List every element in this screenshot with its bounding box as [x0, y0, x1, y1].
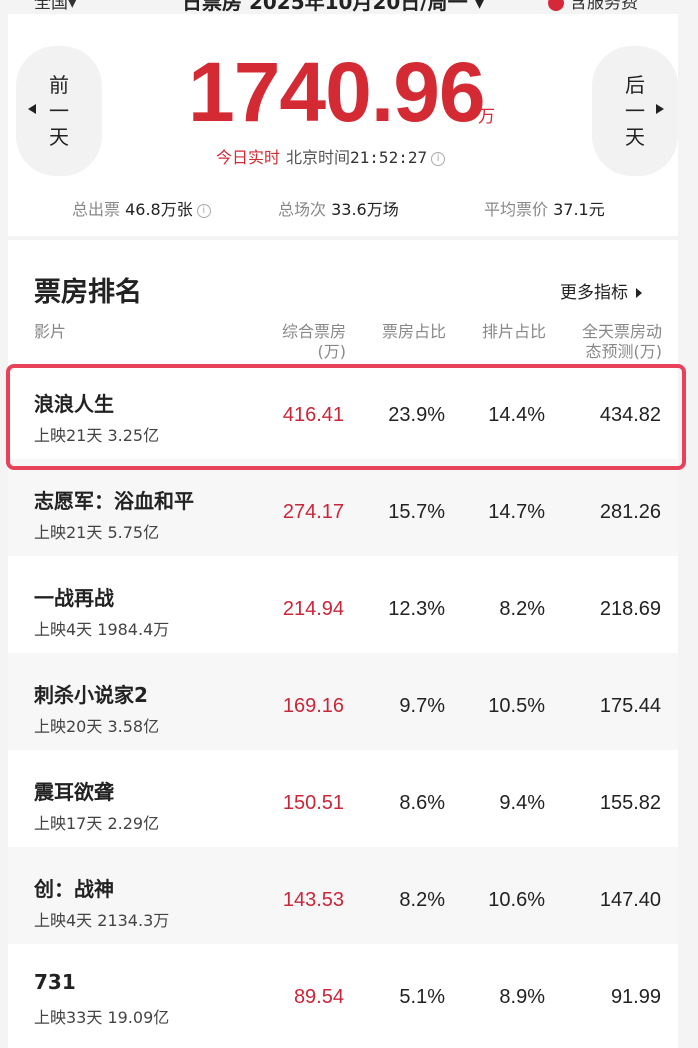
top-bar: 全国▾ 日票房 2025年10月20日/周一 ▾ 含服务费 [0, 0, 698, 14]
shows-value: 33.6万场 [331, 200, 399, 219]
ranking-card: 票房排名 更多指标 影片 综合票房 (万) 票房占比 排片占比 全天票房动 态预… [8, 240, 678, 1048]
next-day-label: 后一天 [625, 73, 645, 149]
bo-share-value: 8.6% [399, 792, 445, 814]
bo-share-value: 23.9% [388, 404, 445, 426]
header-film: 影片 [34, 322, 67, 341]
tickets-value: 46.8万张 [125, 200, 193, 219]
film-release-info: 上映20天 3.58亿 [34, 717, 160, 736]
stat-shows: 总场次 33.6万场 [278, 196, 399, 220]
info-icon[interactable]: i [196, 203, 211, 218]
film-release-info: 上映17天 2.29亿 [34, 814, 160, 833]
shows-label: 总场次 [278, 200, 327, 219]
bo-share-value: 5.1% [399, 986, 445, 1008]
film-name: 创：战神 [34, 877, 114, 901]
box-office-value: 150.51 [282, 792, 344, 814]
box-office-value: 89.54 [293, 986, 344, 1008]
caret-right-icon [636, 288, 642, 298]
prev-day-button[interactable]: 前一天 [16, 46, 102, 176]
forecast-value: 155.82 [599, 792, 661, 814]
forecast-value: 434.82 [599, 404, 661, 426]
region-selector[interactable]: 全国▾ [34, 0, 77, 13]
box-office-value: 214.94 [282, 598, 344, 620]
film-name: 志愿军：浴血和平 [34, 489, 194, 513]
bo-share-value: 9.7% [399, 695, 445, 717]
box-office-value: 143.53 [282, 889, 344, 911]
screening-share-value: 14.4% [488, 404, 545, 426]
info-icon[interactable]: i [431, 151, 446, 166]
forecast-value: 91.99 [610, 986, 661, 1008]
header-box-office[interactable]: 综合票房 (万) [246, 322, 346, 362]
box-office-value: 169.16 [282, 695, 344, 717]
realtime-row: 今日实时 北京时间21:52:27 i [216, 144, 446, 168]
clock: 21:52:27 [350, 148, 428, 167]
stat-tickets: 总出票 46.8万张 i [72, 196, 211, 220]
more-metrics-button[interactable]: 更多指标 [560, 278, 642, 303]
price-label: 平均票价 [484, 200, 549, 219]
table-row[interactable]: 创：战神上映4天 2134.3万 143.53 8.2% 10.6% 147.40 [8, 847, 678, 944]
box-office-value: 274.17 [282, 501, 344, 523]
check-icon [548, 0, 564, 11]
film-name: 刺杀小说家2 [34, 683, 148, 707]
header-screening-share[interactable]: 排片占比 [458, 322, 546, 342]
screening-share-value: 10.6% [488, 889, 545, 911]
more-metrics-label: 更多指标 [560, 283, 628, 303]
film-name: 浪浪人生 [34, 392, 114, 416]
box-office-unit: 万 [478, 107, 495, 127]
header-forecast[interactable]: 全天票房动 态预测(万) [558, 322, 662, 362]
bo-share-value: 12.3% [388, 598, 445, 620]
table-row[interactable]: 刺杀小说家2 上映20天 3.58亿 169.16 9.7% 10.5% 175.44 [8, 653, 678, 750]
screening-share-value: 10.5% [488, 695, 545, 717]
box-office-value: 416.41 [282, 404, 344, 426]
table-row[interactable]: 浪浪人生上映21天 3.25亿 416.41 23.9% 14.4% 434.82 [8, 362, 678, 459]
next-day-button[interactable]: 后一天 [592, 46, 678, 176]
table-row[interactable]: 震耳欲聋上映17天 2.29亿 150.51 8.6% 9.4% 155.82 [8, 750, 678, 847]
chevron-left-icon [28, 104, 36, 114]
bo-share-value: 15.7% [388, 501, 445, 523]
service-fee-label: 含服务费 [570, 0, 638, 13]
total-box-office: 1740.96 [188, 45, 486, 139]
date-selector[interactable]: 日票房 2025年10月20日/周一 ▾ [182, 0, 485, 14]
forecast-value: 175.44 [599, 695, 661, 717]
forecast-value: 218.69 [599, 598, 661, 620]
service-fee-toggle[interactable]: 含服务费 [548, 0, 638, 13]
film-release-info: 上映4天 2134.3万 [34, 911, 170, 930]
beijing-time-label: 北京时间 [286, 148, 351, 167]
bo-share-value: 8.2% [399, 889, 445, 911]
film-release-info: 上映21天 5.75亿 [34, 523, 160, 542]
film-release-info: 上映4天 1984.4万 [34, 620, 170, 639]
stat-avg-price: 平均票价 37.1元 [484, 196, 605, 220]
screening-share-value: 8.9% [499, 986, 545, 1008]
ranking-title: 票房排名 [34, 277, 142, 308]
chevron-right-icon [656, 104, 664, 114]
prev-day-label: 前一天 [49, 73, 69, 149]
tickets-label: 总出票 [72, 200, 121, 219]
film-name: 震耳欲聋 [34, 780, 114, 804]
summary-card: 前一天 1740.96 万 今日实时 北京时间21:52:27 i 后一天 总出票 … [8, 14, 678, 236]
realtime-label: 今日实时 [216, 148, 281, 167]
table-row[interactable]: 731 上映33天 19.09亿 89.54 5.1% 8.9% 91.99 [8, 944, 678, 1041]
forecast-value: 281.26 [599, 501, 661, 523]
header-bo-share[interactable]: 票房占比 [358, 322, 446, 342]
screening-share-value: 14.7% [488, 501, 545, 523]
film-release-info: 上映33天 19.09亿 [34, 1008, 170, 1027]
price-value: 37.1元 [553, 200, 605, 219]
film-name: 一战再战 [34, 586, 114, 610]
table-row[interactable]: 一战再战上映4天 1984.4万 214.94 12.3% 8.2% 218.69 [8, 556, 678, 653]
forecast-value: 147.40 [599, 889, 661, 911]
table-row[interactable]: 志愿军：浴血和平上映21天 5.75亿 274.17 15.7% 14.7% 281.2… [8, 459, 678, 556]
film-release-info: 上映21天 3.25亿 [34, 426, 160, 445]
screening-share-value: 9.4% [499, 792, 545, 814]
film-name: 731 [34, 970, 76, 994]
screening-share-value: 8.2% [499, 598, 545, 620]
